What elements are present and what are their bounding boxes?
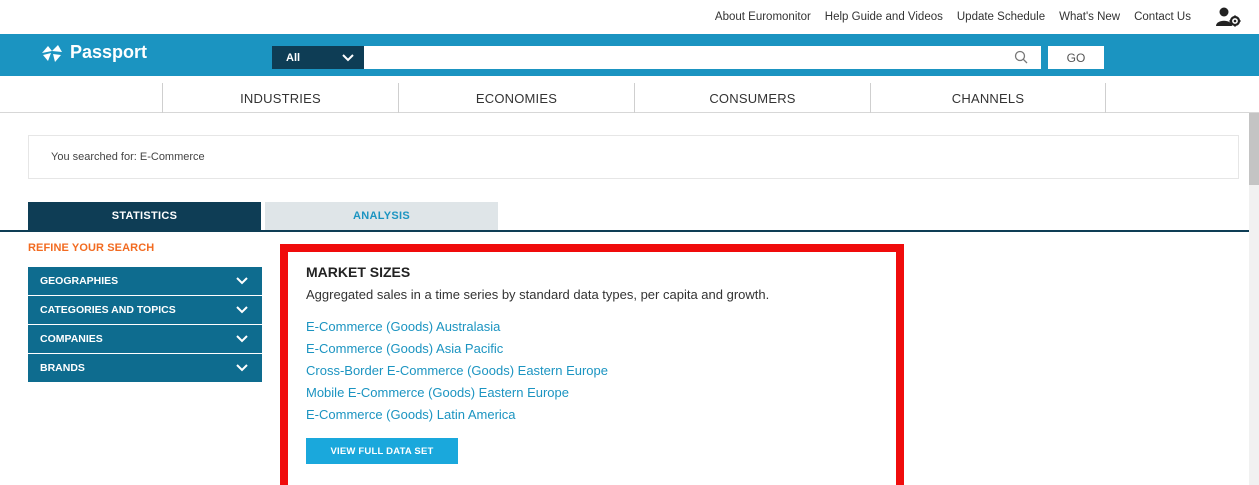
refine-categories-and-topics[interactable]: CATEGORIES AND TOPICS — [28, 296, 262, 324]
refine-item-label: COMPANIES — [40, 333, 103, 345]
refine-item-label: BRANDS — [40, 362, 85, 374]
result-link[interactable]: Cross-Border E-Commerce (Goods) Eastern … — [306, 360, 608, 382]
refine-brands[interactable]: BRANDS — [28, 354, 262, 382]
market-sizes-links: E-Commerce (Goods) Australasia E-Commerc… — [306, 316, 608, 426]
search-scope-value: All — [286, 51, 301, 64]
help-guide-link[interactable]: Help Guide and Videos — [825, 11, 943, 23]
chevron-down-icon — [236, 335, 248, 343]
search-input[interactable] — [364, 46, 1041, 69]
result-link[interactable]: E-Commerce (Goods) Australasia — [306, 316, 608, 338]
passport-logo[interactable]: Passport — [40, 42, 147, 63]
market-sizes-panel: MARKET SIZES Aggregated sales in a time … — [280, 244, 904, 485]
result-link[interactable]: Mobile E-Commerce (Goods) Eastern Europe — [306, 382, 608, 404]
tab-analysis[interactable]: ANALYSIS — [265, 202, 498, 230]
chevron-down-icon — [236, 306, 248, 314]
about-euromonitor-link[interactable]: About Euromonitor — [715, 11, 811, 23]
utility-links: About Euromonitor Help Guide and Videos … — [715, 11, 1191, 23]
go-button[interactable]: GO — [1048, 46, 1104, 69]
brand-name: Passport — [70, 42, 148, 62]
search-summary-box: You searched for: E-Commerce — [28, 135, 1239, 179]
scrollbar-thumb[interactable] — [1249, 113, 1259, 185]
nav-industries[interactable]: INDUSTRIES — [162, 83, 398, 113]
refine-item-label: CATEGORIES AND TOPICS — [40, 304, 176, 316]
update-schedule-link[interactable]: Update Schedule — [957, 11, 1045, 23]
nav-consumers[interactable]: CONSUMERS — [634, 83, 870, 113]
refine-geographies[interactable]: GEOGRAPHIES — [28, 267, 262, 295]
search-summary-text: You searched for: E-Commerce — [51, 151, 205, 163]
chevron-down-icon — [342, 53, 354, 61]
contact-us-link[interactable]: Contact Us — [1134, 11, 1191, 23]
chevron-down-icon — [236, 364, 248, 372]
chevron-down-icon — [236, 277, 248, 285]
nav-economies[interactable]: ECONOMIES — [398, 83, 634, 113]
utility-bar: About Euromonitor Help Guide and Videos … — [0, 0, 1259, 34]
tab-statistics[interactable]: STATISTICS — [28, 202, 261, 230]
refine-list: GEOGRAPHIES CATEGORIES AND TOPICS COMPAN… — [28, 267, 262, 383]
refine-companies[interactable]: COMPANIES — [28, 325, 262, 353]
passport-logo-icon — [42, 44, 62, 62]
header-bar: Passport All GO — [0, 34, 1259, 76]
result-link[interactable]: E-Commerce (Goods) Latin America — [306, 404, 608, 426]
result-link[interactable]: E-Commerce (Goods) Asia Pacific — [306, 338, 608, 360]
whats-new-link[interactable]: What's New — [1059, 11, 1120, 23]
view-full-data-set-button[interactable]: VIEW FULL DATA SET — [306, 438, 458, 464]
search-scope-select[interactable]: All — [272, 46, 364, 69]
search-icon[interactable] — [1014, 50, 1028, 64]
main-nav: INDUSTRIES ECONOMIES CONSUMERS CHANNELS — [0, 83, 1259, 113]
market-sizes-title: MARKET SIZES — [306, 264, 411, 280]
user-settings-icon[interactable] — [1215, 6, 1243, 28]
market-sizes-description: Aggregated sales in a time series by sta… — [306, 287, 770, 302]
nav-channels[interactable]: CHANNELS — [870, 83, 1106, 113]
tab-divider — [0, 230, 1249, 232]
refine-title: REFINE YOUR SEARCH — [28, 242, 155, 254]
refine-item-label: GEOGRAPHIES — [40, 275, 119, 287]
